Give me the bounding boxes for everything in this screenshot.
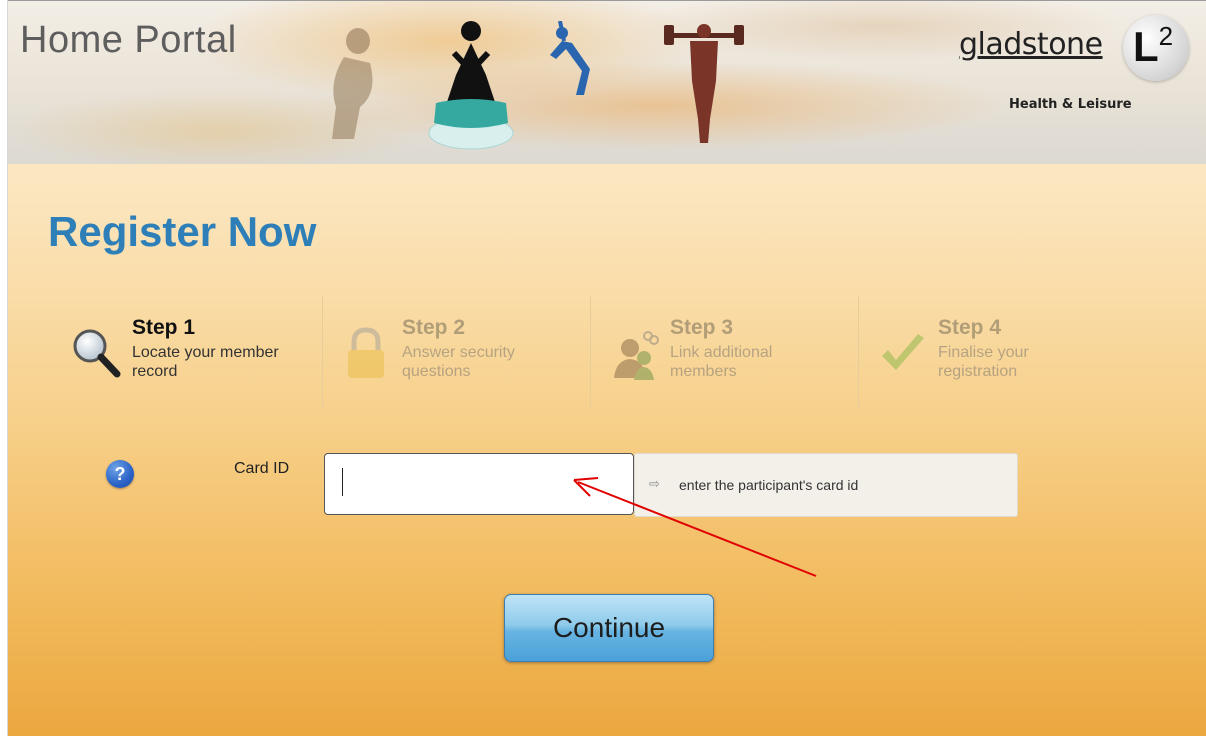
padlock-icon [348, 327, 384, 378]
help-icon[interactable]: ? [106, 460, 134, 488]
stretching-figure-image [550, 21, 590, 95]
checkmark-icon [882, 334, 924, 370]
header-banner: Home Portal gladstone L2 Health & Leisur… [8, 0, 1206, 164]
card-id-label: Card ID [234, 460, 290, 477]
card-id-input[interactable] [324, 453, 634, 515]
card-id-hint: ⇨ enter the participant's card id [634, 453, 1018, 517]
step-4-description: Finalise your registration [938, 344, 1029, 380]
page-title: Register Now [48, 208, 317, 255]
registration-steps: Step 1 Locate your member record Step 2 … [48, 296, 1138, 412]
portal-title: Home Portal [20, 19, 237, 61]
step-3-title: Step 3 [670, 316, 734, 339]
weightlifter-figure-image [664, 24, 744, 143]
step-4-title: Step 4 [938, 316, 1002, 339]
kneeling-figure-image [332, 28, 373, 139]
step-2-description: Answer security questions [402, 344, 515, 380]
logo-name: gladstone [959, 27, 1103, 62]
step-2-title: Step 2 [402, 316, 466, 339]
text-cursor [342, 468, 343, 496]
arrow-right-icon: ⇨ [649, 476, 660, 491]
step-4: Step 4 Finalise your registration [854, 296, 1122, 412]
step-1-title: Step 1 [132, 316, 196, 339]
step-3: Step 3 Link additional members [586, 296, 854, 412]
logo-subtitle: Health & Leisure [1009, 97, 1132, 112]
link-members-icon [614, 331, 659, 380]
page-frame: Home Portal gladstone L2 Health & Leisur… [7, 0, 1206, 736]
continue-button[interactable]: Continue [504, 594, 714, 662]
step-2: Step 2 Answer security questions [318, 296, 586, 412]
step-1-description: Locate your member record [132, 344, 279, 380]
logo-badge: L2 [1123, 15, 1189, 81]
magnifier-icon [73, 329, 121, 378]
gladstone-logo: gladstone L2 Health & Leisure [949, 13, 1189, 123]
logo-badge-text: L2 [1133, 21, 1174, 70]
meditating-figure-image [428, 21, 514, 150]
step-3-description: Link additional members [670, 344, 773, 380]
card-id-hint-text: enter the participant's card id [679, 477, 859, 493]
step-1: Step 1 Locate your member record [48, 296, 316, 412]
